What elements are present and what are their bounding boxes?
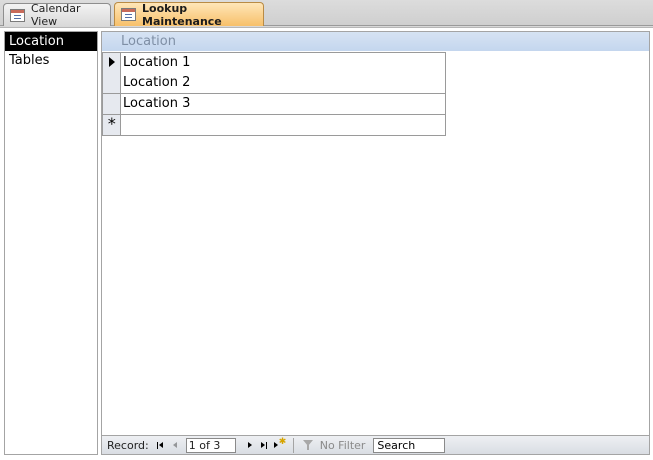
location-cell[interactable]: Location 1 — [121, 53, 446, 73]
form-icon — [10, 8, 25, 22]
tab-calendar-view[interactable]: Calendar View — [3, 2, 111, 28]
new-location-cell[interactable] — [121, 115, 446, 135]
new-record-icon: * — [107, 114, 117, 133]
list-item-tables[interactable]: Tables — [5, 51, 97, 70]
record-selector[interactable]: * — [102, 114, 121, 135]
form-icon — [121, 8, 136, 21]
record-navigator: Record: 1 of 3 No Filter Search — [102, 435, 649, 454]
location-cell[interactable]: Location 3 — [121, 94, 446, 114]
record-selector[interactable] — [102, 94, 121, 114]
column-header-location[interactable]: Location — [102, 32, 649, 51]
new-record-row: * — [102, 114, 446, 136]
previous-record-icon[interactable] — [169, 438, 182, 453]
record-selector[interactable] — [102, 73, 121, 93]
first-record-icon[interactable] — [154, 438, 167, 453]
record-selector[interactable] — [102, 53, 121, 73]
tab-label: Calendar View — [31, 2, 81, 28]
datasheet-subform: Location Location 1 Location 2 Location … — [101, 31, 650, 455]
next-record-icon[interactable] — [243, 438, 256, 453]
document-tab-strip: Calendar View Lookup Maintenance — [0, 0, 653, 28]
tab-label: Lookup Maintenance — [142, 1, 222, 28]
separator — [292, 437, 294, 453]
filter-toggle-button[interactable]: No Filter — [298, 439, 370, 452]
record-label: Record: — [107, 438, 149, 452]
last-record-icon[interactable] — [258, 438, 271, 453]
current-record-arrow-icon — [109, 57, 115, 67]
location-cell[interactable]: Location 2 — [121, 73, 446, 93]
tab-lookup-maintenance[interactable]: Lookup Maintenance — [114, 1, 264, 28]
filter-label: No Filter — [319, 438, 366, 452]
filter-icon — [302, 439, 316, 451]
search-input[interactable]: Search — [373, 437, 446, 453]
table-row: Location 3 — [102, 94, 446, 115]
new-record-button-icon[interactable] — [273, 437, 286, 453]
datasheet-grid: Location 1 Location 2 Location 3 * — [102, 52, 446, 136]
list-item-location[interactable]: Location — [5, 32, 97, 51]
form-body: Location Tables Location Location 1 Loca… — [0, 27, 653, 460]
table-row: Location 1 — [102, 52, 446, 73]
lookup-listbox[interactable]: Location Tables — [4, 31, 98, 455]
current-record-input[interactable]: 1 of 3 — [185, 437, 236, 453]
table-row: Location 2 — [102, 73, 446, 94]
